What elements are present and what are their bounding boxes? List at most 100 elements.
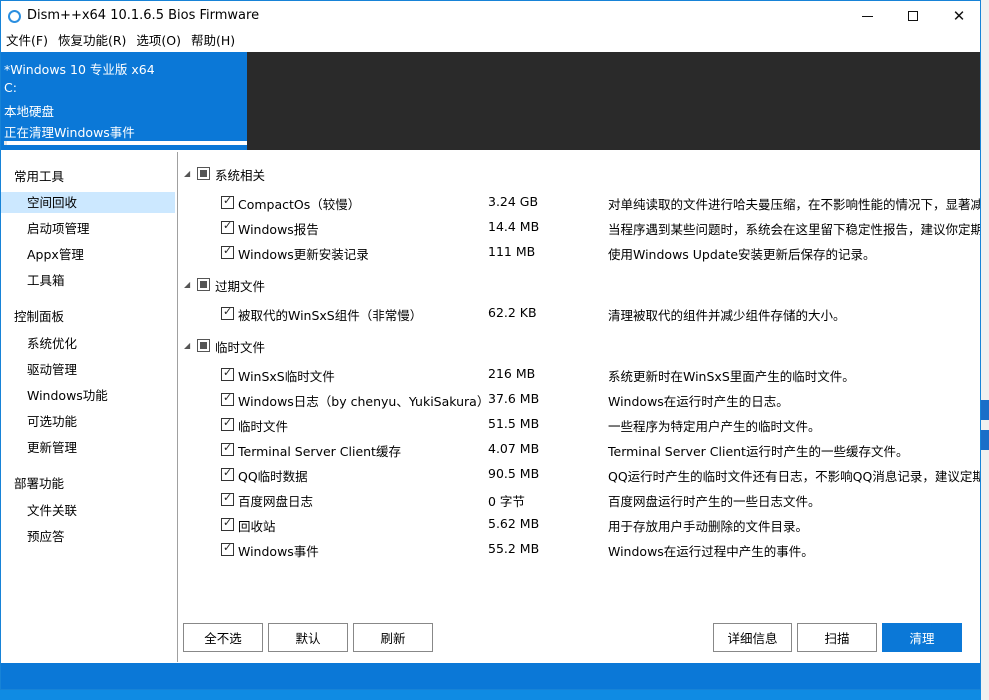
section-label: 临时文件 bbox=[215, 340, 266, 355]
section-header[interactable]: ◢ 系统相关 bbox=[179, 164, 979, 184]
item-checkbox[interactable] bbox=[221, 516, 234, 531]
list-item[interactable]: 百度网盘日志 0 字节 百度网盘运行时产生的一些日志文件。 bbox=[179, 490, 979, 510]
sidebar-item-answer-file[interactable]: 预应答 bbox=[1, 526, 175, 547]
item-size: 14.4 MB bbox=[488, 219, 540, 234]
select-none-button[interactable]: 全不选 bbox=[183, 623, 263, 652]
list-item[interactable]: Terminal Server Client缓存 4.07 MB Termina… bbox=[179, 440, 979, 460]
list-item[interactable]: 临时文件 51.5 MB 一些程序为特定用户产生的临时文件。 bbox=[179, 415, 979, 435]
item-size: 0 字节 bbox=[488, 494, 525, 509]
item-name: CompactOs（较慢） bbox=[238, 197, 361, 212]
scan-button[interactable]: 扫描 bbox=[797, 623, 877, 652]
list-item[interactable]: Windows报告 14.4 MB 当程序遇到某些问题时，系统会在这里留下稳定性… bbox=[179, 218, 981, 238]
sidebar-item-optional-features[interactable]: 可选功能 bbox=[1, 411, 175, 432]
collapse-icon[interactable]: ◢ bbox=[184, 280, 190, 289]
item-checkbox[interactable] bbox=[221, 491, 234, 506]
maximize-button[interactable] bbox=[890, 1, 936, 31]
item-size: 51.5 MB bbox=[488, 416, 540, 431]
list-item[interactable]: Windows事件 55.2 MB Windows在运行过程中产生的事件。 bbox=[179, 540, 979, 560]
section-checkbox[interactable] bbox=[197, 167, 210, 180]
item-checkbox[interactable] bbox=[221, 391, 234, 406]
refresh-button[interactable]: 刷新 bbox=[353, 623, 433, 652]
item-size: 216 MB bbox=[488, 366, 536, 381]
item-name: 百度网盘日志 bbox=[238, 494, 314, 509]
default-button[interactable]: 默认 bbox=[268, 623, 348, 652]
menu-options[interactable]: 选项(O) bbox=[131, 31, 186, 51]
item-name: 临时文件 bbox=[238, 419, 289, 434]
item-size: 5.62 MB bbox=[488, 516, 540, 531]
item-size: 90.5 MB bbox=[488, 466, 540, 481]
item-name: Windows报告 bbox=[238, 222, 319, 237]
collapse-icon[interactable]: ◢ bbox=[184, 341, 190, 350]
item-description: 一些程序为特定用户产生的临时文件。 bbox=[608, 419, 821, 434]
item-size: 3.24 GB bbox=[488, 194, 539, 209]
section-checkbox[interactable] bbox=[197, 339, 210, 352]
desktop-element bbox=[981, 430, 989, 450]
list-item[interactable]: CompactOs（较慢） 3.24 GB 对单纯读取的文件进行哈夫曼压缩，在不… bbox=[179, 193, 981, 213]
list-item[interactable]: Windows日志（by chenyu、YukiSakura） 37.6 MB … bbox=[179, 390, 979, 410]
section-checkbox[interactable] bbox=[197, 278, 210, 291]
item-checkbox[interactable] bbox=[221, 441, 234, 456]
section-header[interactable]: ◢ 临时文件 bbox=[179, 336, 979, 356]
cleanup-list: ◢ 系统相关 CompactOs（较慢） 3.24 GB 对单纯读取的文件进行哈… bbox=[179, 152, 981, 662]
app-icon bbox=[8, 10, 21, 23]
sidebar-item-appx-manager[interactable]: Appx管理 bbox=[1, 244, 175, 265]
item-checkbox[interactable] bbox=[221, 466, 234, 481]
section-header[interactable]: ◢ 过期文件 bbox=[179, 275, 979, 295]
sidebar-item-file-association[interactable]: 文件关联 bbox=[1, 500, 175, 521]
menu-file[interactable]: 文件(F) bbox=[1, 31, 53, 51]
item-checkbox[interactable] bbox=[221, 416, 234, 431]
item-checkbox[interactable] bbox=[221, 541, 234, 556]
status-bar bbox=[1, 663, 980, 689]
menu-help[interactable]: 帮助(H) bbox=[186, 31, 240, 51]
item-checkbox[interactable] bbox=[221, 366, 234, 381]
item-description: Windows在运行过程中产生的事件。 bbox=[608, 544, 814, 559]
item-size: 111 MB bbox=[488, 244, 536, 259]
item-name: Terminal Server Client缓存 bbox=[238, 444, 401, 459]
item-description: 清理被取代的组件并减少组件存储的大小。 bbox=[608, 308, 846, 323]
list-item[interactable]: QQ临时数据 90.5 MB QQ运行时产生的临时文件还有日志，不影响QQ消息记… bbox=[179, 465, 981, 485]
disk-type-label: 本地硬盘 bbox=[4, 104, 55, 119]
sidebar-item-startup-manager[interactable]: 启动项管理 bbox=[1, 218, 175, 239]
sidebar-item-driver-manager[interactable]: 驱动管理 bbox=[1, 359, 175, 380]
sidebar-item-update-manager[interactable]: 更新管理 bbox=[1, 437, 175, 458]
maximize-icon bbox=[908, 11, 918, 21]
item-name: 被取代的WinSxS组件（非常慢） bbox=[238, 308, 423, 323]
item-checkbox[interactable] bbox=[221, 219, 234, 234]
item-description: 用于存放用户手动删除的文件目录。 bbox=[608, 519, 809, 534]
list-item[interactable]: WinSxS临时文件 216 MB 系统更新时在WinSxS里面产生的临时文件。 bbox=[179, 365, 979, 385]
item-checkbox[interactable] bbox=[221, 244, 234, 259]
item-checkbox[interactable] bbox=[221, 194, 234, 209]
title-bar[interactable]: Dism++x64 10.1.6.5 Bios Firmware ✕ bbox=[1, 1, 980, 31]
item-description: QQ运行时产生的临时文件还有日志，不影响QQ消息记录，建议定期 bbox=[608, 469, 981, 484]
collapse-icon[interactable]: ◢ bbox=[184, 169, 190, 178]
drive-label: C: bbox=[4, 80, 17, 95]
sidebar-item-space-recovery[interactable]: 空间回收 bbox=[1, 192, 175, 213]
item-description: 对单纯读取的文件进行哈夫曼压缩，在不影响性能的情况下，显著减少 bbox=[608, 197, 981, 212]
item-name: WinSxS临时文件 bbox=[238, 369, 335, 384]
item-checkbox[interactable] bbox=[221, 305, 234, 320]
minimize-button[interactable] bbox=[844, 1, 890, 31]
item-name: Windows更新安装记录 bbox=[238, 247, 369, 262]
menu-restore[interactable]: 恢复功能(R) bbox=[53, 31, 131, 51]
item-size: 37.6 MB bbox=[488, 391, 540, 406]
item-description: Terminal Server Client运行时产生的一些缓存文件。 bbox=[608, 444, 909, 459]
session-info-panel[interactable]: *Windows 10 专业版 x64 C: 本地硬盘 正在清理Windows事… bbox=[1, 52, 247, 150]
sidebar-group-deployment: 部署功能 bbox=[14, 476, 65, 491]
sidebar-item-toolbox[interactable]: 工具箱 bbox=[1, 270, 175, 291]
close-button[interactable]: ✕ bbox=[936, 1, 980, 31]
app-window: Dism++x64 10.1.6.5 Bios Firmware ✕ 文件(F)… bbox=[0, 0, 981, 690]
section-label: 系统相关 bbox=[215, 168, 266, 183]
sidebar-item-windows-features[interactable]: Windows功能 bbox=[1, 385, 175, 406]
clean-button[interactable]: 清理 bbox=[882, 623, 962, 652]
sidebar-item-system-optimize[interactable]: 系统优化 bbox=[1, 333, 175, 354]
desktop-element bbox=[981, 400, 989, 420]
details-button[interactable]: 详细信息 bbox=[713, 623, 792, 652]
sidebar-group-common-tools: 常用工具 bbox=[14, 169, 65, 184]
window-title: Dism++x64 10.1.6.5 Bios Firmware bbox=[27, 8, 260, 23]
list-item[interactable]: 被取代的WinSxS组件（非常慢） 62.2 KB 清理被取代的组件并减少组件存… bbox=[179, 304, 979, 324]
list-item[interactable]: Windows更新安装记录 111 MB 使用Windows Update安装更… bbox=[179, 243, 979, 263]
item-name: Windows事件 bbox=[238, 544, 319, 559]
desktop-background-strip bbox=[981, 0, 989, 700]
list-item[interactable]: 回收站 5.62 MB 用于存放用户手动删除的文件目录。 bbox=[179, 515, 979, 535]
item-description: 当程序遇到某些问题时，系统会在这里留下稳定性报告，建议你定期清 bbox=[608, 222, 981, 237]
